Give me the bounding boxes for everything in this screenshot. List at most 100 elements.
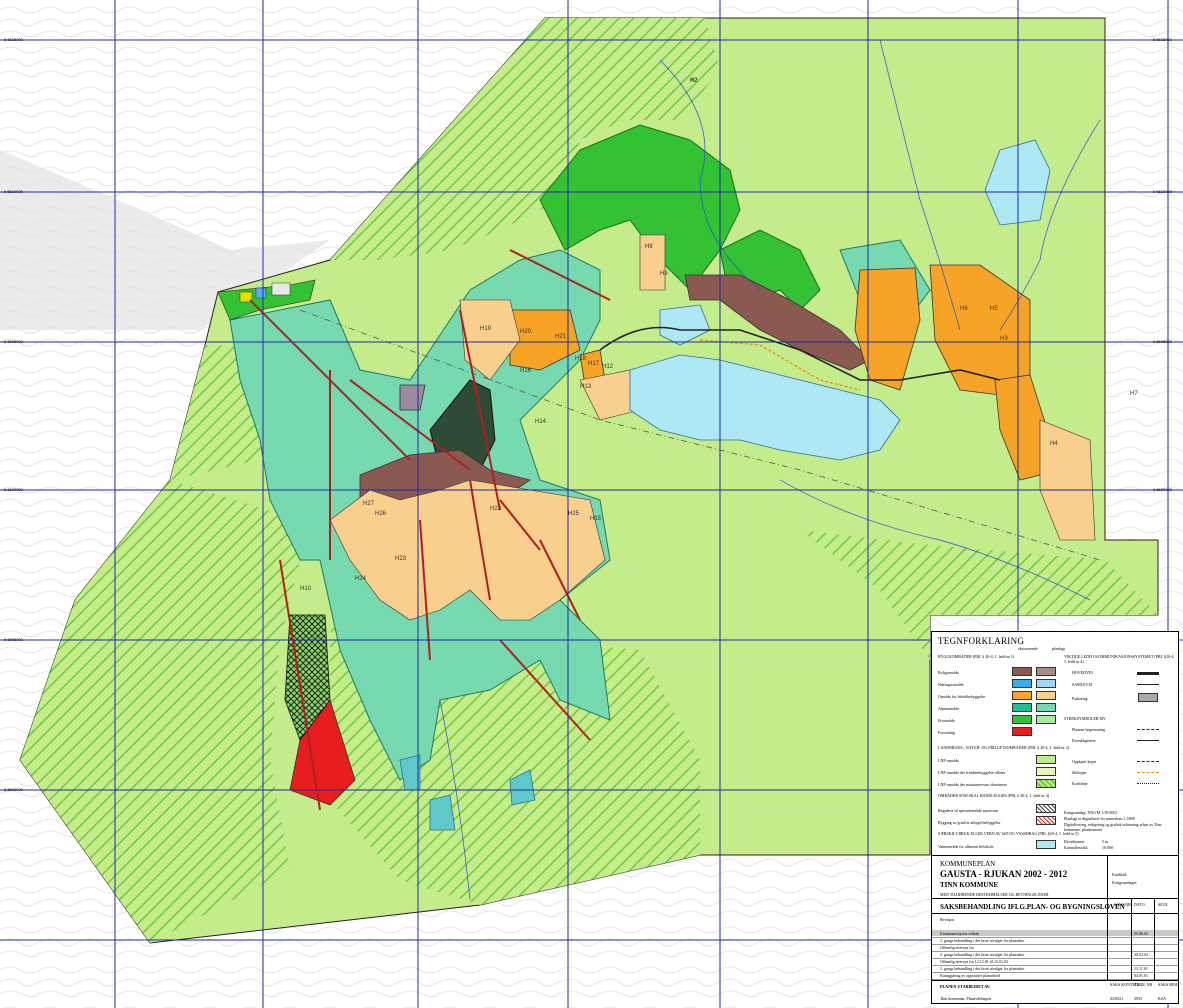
- plan-subtitle: MED TILHØRENDE BESTEMMELSER OG RETNINGSL…: [940, 892, 1049, 897]
- legend-road-item-2: Parkering: [1072, 696, 1088, 701]
- grid-label-left-1: 6 6610000: [4, 189, 23, 194]
- col-sign: SIGN.: [1158, 902, 1169, 907]
- legend-line-item-0: Planens begrensning: [1072, 727, 1105, 732]
- parking-area: [271, 282, 291, 296]
- legend-line-item-1: Formålsgrense: [1072, 738, 1096, 743]
- swatch-skiloype: [1137, 772, 1159, 773]
- zone-label: H9: [660, 271, 668, 277]
- swatch-planbegrensning: [1137, 729, 1159, 730]
- footer-val-0: 02/0021: [1110, 996, 1124, 1001]
- swatch-naering-existing: [1012, 679, 1032, 688]
- legend-item-naering: Næringsområde: [938, 682, 964, 687]
- legend-item-forretning: Forretning: [938, 730, 955, 735]
- swatch-fritid-existing: [1012, 691, 1032, 700]
- zone-label: H22: [490, 506, 502, 512]
- legend-road-header: VIKTIGE LEDD I KOMMUNIKASJONSSYSTEMET (P…: [1064, 654, 1175, 664]
- swatch-samlevei: [1137, 684, 1159, 685]
- swatch-lnf: [1036, 755, 1056, 764]
- swatch-naturvern: [1036, 804, 1056, 813]
- municipality: TINN KOMMUNE: [940, 881, 999, 889]
- zone-label: H10: [300, 586, 312, 592]
- zone-label: H25: [568, 511, 580, 517]
- legend-line-item-4: Kraftlinje: [1072, 781, 1088, 786]
- legend-note-2: Digitalisering, redigering og grafisk ut…: [1064, 822, 1162, 832]
- zone-label: H8: [645, 244, 653, 250]
- footer-val-1: 5933: [1134, 996, 1142, 1001]
- zone-label: H19: [480, 326, 492, 332]
- procedure-row-date: 13.11.01: [1134, 966, 1148, 971]
- grid-label-right-3: 6 6600000: [1153, 487, 1172, 492]
- legend-item-bolig: Boligområde: [938, 670, 959, 675]
- procedure-row-text: Offentlig ettersyn fra 12.12.01 til 12.0…: [940, 959, 1009, 964]
- procedure-row-date: 05.06.02: [1134, 931, 1148, 936]
- grid-label-left-5: 6 6590000: [4, 787, 23, 792]
- zone-label: H5: [990, 306, 998, 312]
- legend-special-item-1: Bygging av gradvis utbygd bebyggelse: [938, 820, 1001, 825]
- legend-road-item-1: SAMLEVEI: [1072, 682, 1093, 687]
- legend-lnf-item-0: LNF-område: [938, 758, 959, 763]
- swatch-fri-planned: [1036, 715, 1056, 724]
- swatch-lnf-fritid: [1036, 767, 1056, 776]
- legend-title: TEGNFORKLARING: [938, 636, 1025, 646]
- procedure-row-date: 20.02.02: [1134, 952, 1148, 957]
- legend-lnf-item-1: LNF-område der fritidsbebyggelse tillate…: [938, 770, 1006, 775]
- swatch-forretning: [1012, 727, 1032, 736]
- plan-name: GAUSTA - RJUKAN 2002 - 2012: [940, 869, 1068, 879]
- grid-label-right-0: 6 6615000: [1153, 37, 1172, 42]
- procedure-row-date: 04.01.01: [1134, 973, 1148, 978]
- swatch-naering-planned: [1036, 679, 1056, 688]
- procedure-row-text: 1. gangs behandling i det faste utvalget…: [940, 938, 1025, 943]
- legend-line-item-2: Oppkjørt løype: [1072, 759, 1097, 764]
- zone-label: H3: [1000, 336, 1008, 342]
- legend-lnf-header: LANDBRUKS-, NATUR- OG FRILUFTSOMRÅDER (P…: [938, 745, 1070, 750]
- procedure-row-text: Kommunestyrets vedtak: [940, 931, 979, 936]
- title-block: KOMMUNEPLAN GAUSTA - RJUKAN 2002 - 2012 …: [931, 855, 1179, 1004]
- legend-col-planned: planlagt: [1052, 646, 1065, 651]
- legend-special-header: OMRÅDER SOM SKAL BÅNDLEGGES (PBL § 20-4,…: [938, 793, 1050, 798]
- procedure-row-text: Offentlig ettersyn fra: [940, 945, 974, 950]
- zone-label: H18: [575, 356, 587, 362]
- procedure-title: SAKSBEHANDLING IFLG.PLAN- OG BYGNINGSLOV…: [940, 903, 1125, 911]
- footer-val-2: KSA: [1158, 996, 1167, 1001]
- procedure-row-text: 1. gangs behandling i det faste utvalget…: [940, 966, 1025, 971]
- zone-label: H13: [580, 384, 592, 390]
- zone-label: H17: [588, 361, 600, 367]
- col-dato: DATO: [1134, 902, 1145, 907]
- prepared-by: Tinn kommune, Planavdelingen: [940, 996, 992, 1001]
- legend-build-header: BYGGEOMRÅDER (PBL § 20-4, 1. ledd nr 1): [938, 654, 1015, 659]
- grid-label-right-1: 6 6610000: [1153, 189, 1172, 194]
- grid-label-left-0: 6 6615000: [4, 37, 23, 42]
- zone-label: H15: [590, 516, 602, 522]
- map-info-1: Kartblad:: [1112, 872, 1128, 877]
- zone-label: H16: [520, 368, 532, 374]
- zone-label: H27: [363, 501, 375, 507]
- zone-label: H24: [355, 576, 367, 582]
- prepared-label: PLANEN UTARBEIDET AV:: [940, 984, 991, 989]
- col-sak: SAKS NR: [1114, 902, 1131, 907]
- swatch-fritid-planned: [1036, 691, 1056, 700]
- legend-item-alpin: Alpinområde: [938, 706, 960, 711]
- legend-equidistance-value: 5 m: [1102, 839, 1109, 844]
- legend-equidistance-label: Ekvidistanse: [1064, 839, 1085, 844]
- swatch-lnf-natur: [1036, 779, 1056, 788]
- swatch-fri-existing: [1012, 715, 1032, 724]
- map-info-2: Kartgrunnlaget:: [1112, 880, 1138, 885]
- zone-label: H26: [375, 511, 387, 517]
- zone-label: A2: [690, 78, 698, 84]
- swatch-gradvis: [1036, 816, 1056, 825]
- legend-scale-label: Kartmålestokk: [1064, 845, 1088, 850]
- swatch-water: [1036, 840, 1056, 849]
- legend-water-header: SÆRSKILT BRUK ELLER VERN AV SJØ OG VASSD…: [938, 831, 1079, 836]
- legend-line-header: STREKSYMBOLER MV: [1064, 716, 1106, 721]
- swatch-parkering: [1138, 693, 1158, 702]
- grid-label-left-4: 6 6595000: [4, 637, 23, 642]
- zone-label: H4: [1050, 441, 1058, 447]
- legend-lnf-item-2: LNF-område der naturinteresser dominerer: [938, 782, 1007, 787]
- legend-scale-value: 10 000: [1102, 845, 1113, 850]
- legend-item-fri: Friområde: [938, 718, 955, 723]
- procedure-row-text: 2. gangs behandling i det faste utvalget…: [940, 952, 1025, 957]
- footer-col-1: TEGN. NR: [1134, 982, 1153, 987]
- zone-label: H21: [555, 334, 567, 340]
- legend-special-item-0: Regulerte til spesialområde naturvern: [938, 808, 999, 813]
- zone-label: H12: [602, 364, 614, 370]
